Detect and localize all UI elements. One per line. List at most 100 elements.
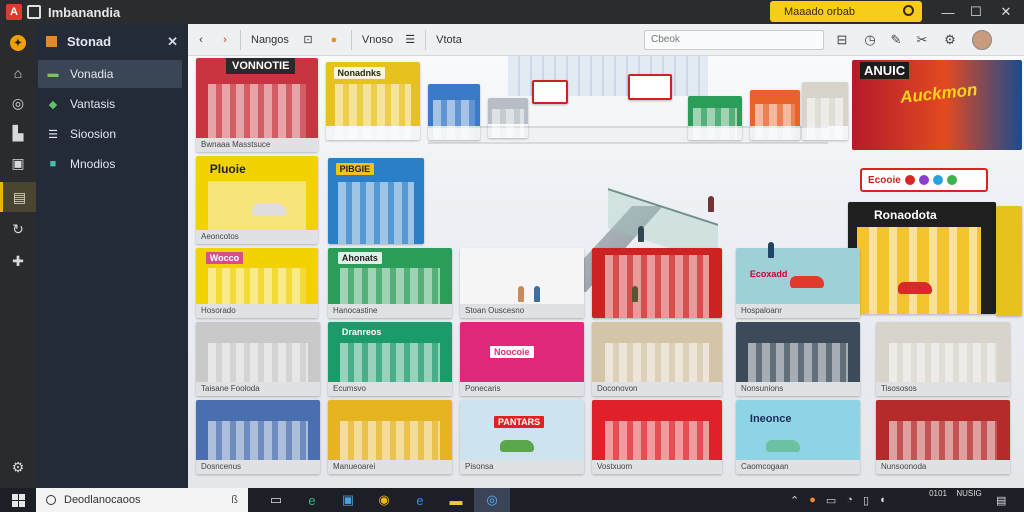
title-search-box[interactable]: Maaado orbab — [770, 1, 922, 22]
store-tile[interactable]: Dosncenus — [196, 400, 320, 474]
store-tile[interactable]: Stoan Ouscesno — [460, 248, 584, 318]
volume-icon[interactable]: ◖ — [879, 494, 886, 506]
store-tile[interactable]: PIBGIE — [328, 158, 424, 244]
sidebar-item-mnodios[interactable]: ■ Mnodios — [38, 150, 182, 178]
start-button[interactable] — [0, 488, 36, 512]
store-tile[interactable]: Noocoie Ponecaris — [460, 322, 584, 396]
chevron-up-icon[interactable]: ⌃ — [790, 494, 799, 507]
forward-button[interactable]: › — [214, 28, 236, 52]
tab-vtota[interactable]: Vtota — [430, 28, 468, 52]
notification-icon[interactable]: ● — [809, 494, 816, 506]
store-tile[interactable]: Doconovon — [592, 322, 722, 396]
store-icon[interactable]: ▣ — [330, 488, 366, 512]
store-tile[interactable]: Ineonce Caomcogaan — [736, 400, 860, 474]
search-placeholder: Cbeok — [651, 34, 680, 45]
store-tile[interactable]: Nonadnks — [326, 62, 420, 140]
search-icon — [46, 495, 56, 505]
mic-icon[interactable]: ß — [231, 494, 238, 506]
store-tile[interactable]: Wocco Hosorado — [196, 248, 318, 318]
sidebar-item-vantasis[interactable]: ◆ Vantasis — [38, 90, 182, 118]
camera-icon[interactable]: ⊟ — [832, 30, 852, 50]
network-icon[interactable]: ▭ — [826, 494, 836, 507]
tile-caption: Nonsunions — [736, 382, 860, 396]
content-search-input[interactable]: Cbeok — [644, 30, 824, 50]
store-tile[interactable]: Taisane Fooloda — [196, 322, 320, 396]
tablet-icon[interactable]: ▯ — [863, 494, 869, 507]
document-icon[interactable]: ▙ — [0, 118, 36, 148]
burger-icon[interactable]: ● — [321, 28, 347, 52]
store-tile[interactable]: Nonsunions — [736, 322, 860, 396]
tools-icon[interactable]: ✂ — [912, 30, 932, 50]
store-tile[interactable]: Ecoxadd Hospaloanr — [736, 248, 860, 318]
image-icon[interactable]: ▣ — [0, 148, 36, 178]
list-view-icon[interactable]: ☰ — [399, 28, 421, 52]
store-tile[interactable] — [996, 206, 1022, 316]
store-tile[interactable] — [592, 248, 722, 318]
globe-icon[interactable]: ◎ — [0, 88, 36, 118]
store-tile[interactable]: Dranreos Ecumsvo — [328, 322, 452, 396]
store-tile[interactable]: Tisososos — [876, 322, 1010, 396]
image-tool-icon[interactable]: ⊡ — [295, 28, 321, 52]
maximize-button[interactable]: ☐ — [960, 0, 992, 24]
puzzle-icon[interactable]: ✚ — [0, 246, 36, 276]
store-tile[interactable] — [428, 84, 480, 140]
tray-date[interactable]: NUSIG — [956, 489, 982, 499]
clock-icon[interactable]: ◷ — [860, 30, 880, 50]
task-view-icon[interactable]: ▭ — [258, 488, 294, 512]
title-search-text: Maaado orbab — [784, 5, 855, 18]
home-icon[interactable]: ⌂ — [0, 58, 36, 88]
maximize-icon: ☐ — [970, 4, 982, 19]
store-tile[interactable] — [802, 82, 848, 140]
refresh-icon[interactable]: ↻ — [0, 214, 36, 244]
settings-icon[interactable]: ⚙ — [0, 452, 36, 482]
taskbar-search-placeholder: Deodlanocaoos — [64, 494, 141, 506]
tab-label: Vnoso — [361, 33, 394, 46]
wifi-icon[interactable]: ◔ — [846, 494, 853, 506]
back-icon: ‹ — [199, 33, 203, 46]
tile-caption: Hanocastine — [328, 304, 452, 318]
layout-icon[interactable]: ▤ — [0, 182, 36, 212]
tab-vnoso[interactable]: Vnoso — [356, 28, 399, 52]
store-tile[interactable]: Ahonats Hanocastine — [328, 248, 452, 318]
store-tile[interactable]: VONNOTIE Bwnaaa Masstsuce — [196, 58, 318, 152]
edge-dev-icon[interactable]: e — [402, 488, 438, 512]
store-sign: Dranreos — [337, 326, 386, 339]
edge-icon[interactable]: e — [294, 488, 330, 512]
gear-icon[interactable]: ⚙ — [940, 30, 960, 50]
folder-icon — [46, 35, 57, 47]
app-circle-icon[interactable]: ◎ — [474, 488, 510, 512]
tray-clock[interactable]: 0101 — [928, 489, 948, 499]
store-tile[interactable]: Nunsoonoda — [876, 400, 1010, 474]
sidebar-item-sioosion[interactable]: ☰ Sioosion — [38, 120, 182, 148]
taskbar-search-input[interactable]: Deodlanocaoos ß — [36, 488, 248, 512]
tile-caption: Caomcogaan — [736, 460, 860, 474]
store-tile[interactable]: Ronaodota — [848, 202, 996, 314]
close-button[interactable]: ✕ — [990, 0, 1022, 24]
search-icon — [903, 5, 914, 16]
store-tile[interactable] — [488, 98, 528, 138]
sidebar-item-vonadia[interactable]: ▬ Vonadia — [38, 60, 182, 88]
chrome-icon[interactable]: ◉ — [366, 488, 402, 512]
store-tile[interactable] — [750, 90, 800, 140]
store-tile[interactable]: Manueoarei — [328, 400, 452, 474]
tile-caption: Nunsoonoda — [876, 460, 1010, 474]
store-tile[interactable]: PANTARS Pisonsa — [460, 400, 584, 474]
pin-icon[interactable]: ✕ — [167, 34, 178, 50]
promo-banner[interactable]: ANUIC Auckmon — [852, 60, 1022, 150]
edit-icon[interactable]: ✎ — [886, 30, 906, 50]
notification-center-icon[interactable]: ▤ — [996, 488, 1006, 512]
tab-nangos[interactable]: Nangos — [245, 28, 295, 52]
back-button[interactable]: ‹ — [188, 28, 214, 52]
tile-caption: Dosncenus — [196, 460, 320, 474]
files-icon[interactable]: ▬ — [438, 488, 474, 512]
avatar[interactable] — [972, 30, 992, 50]
store-sign: Ineonce — [749, 413, 792, 425]
car-illustration — [898, 282, 932, 294]
app-logo-icon: A — [6, 4, 22, 20]
store-tile[interactable] — [688, 96, 742, 140]
tile-caption: Tisososos — [876, 382, 1010, 396]
store-tile[interactable]: Vostxuom — [592, 400, 722, 474]
orange-circle-icon[interactable]: ✦ — [0, 28, 36, 58]
icon-rail: ✦ ⌂ ◎ ▙ ▣ ▤ ↻ ✚ ⚙ — [0, 24, 36, 488]
store-tile[interactable]: Pluoie Aeoncotos — [196, 156, 318, 244]
